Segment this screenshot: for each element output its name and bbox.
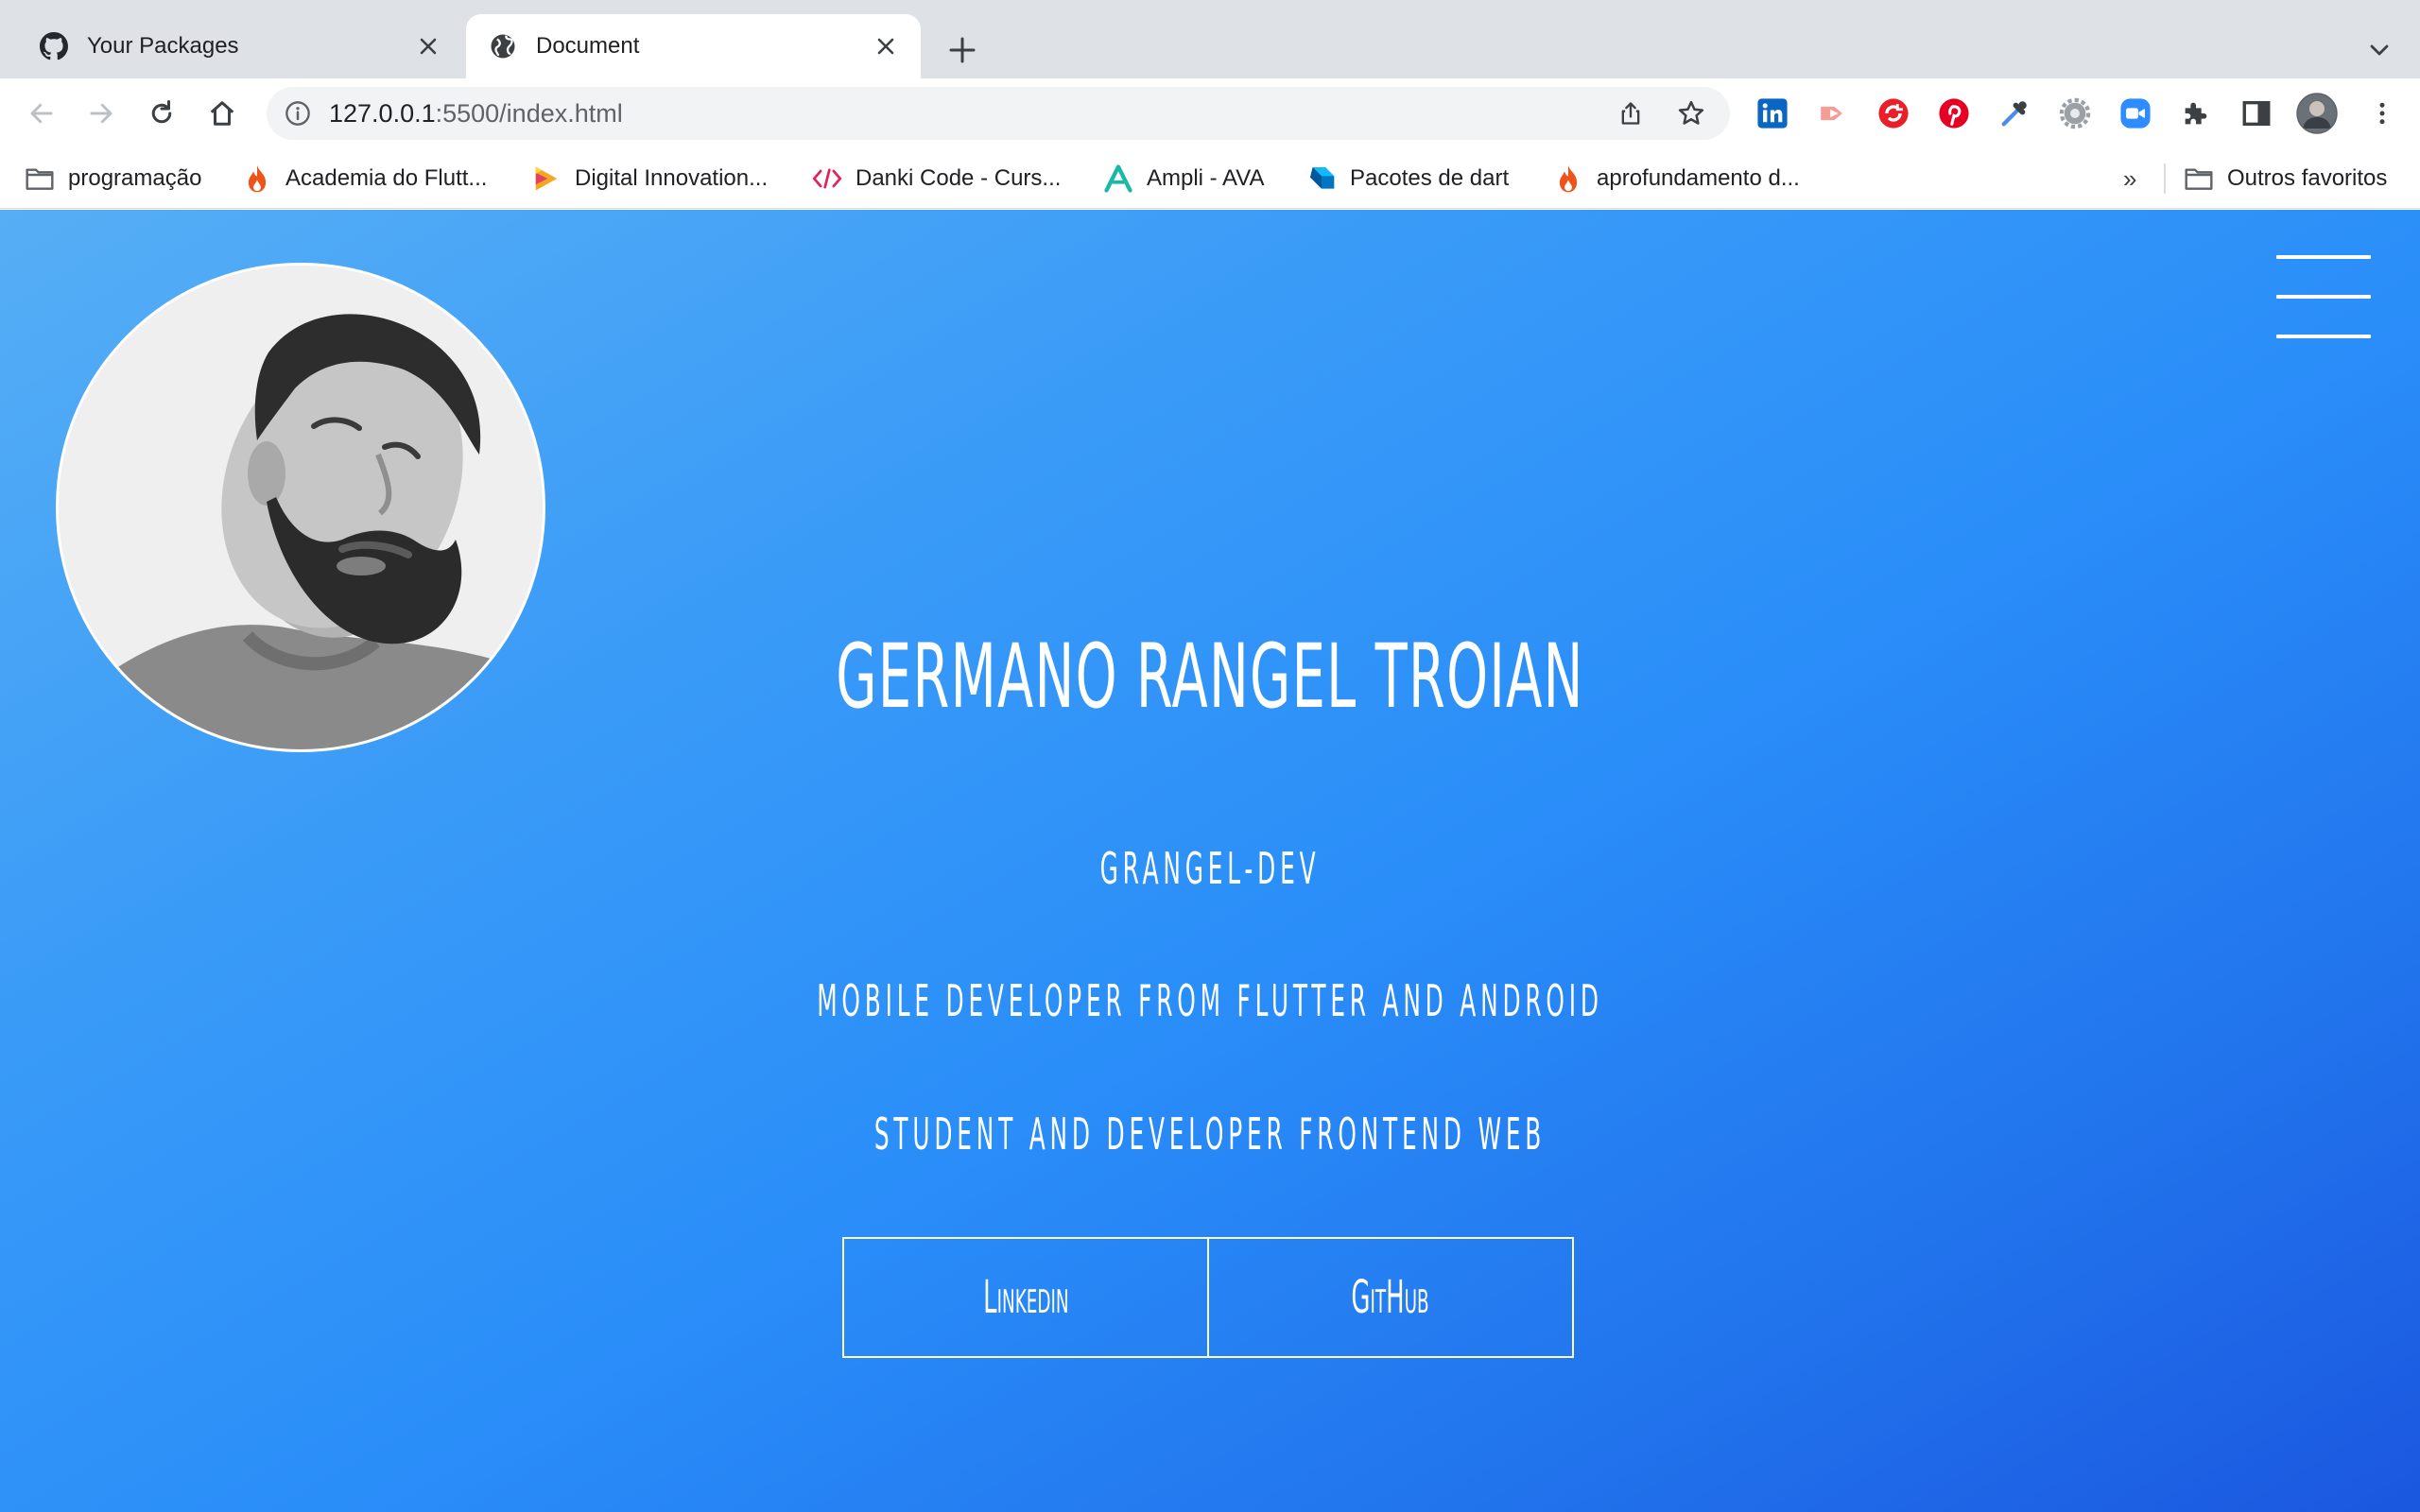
bookmark-danki-code[interactable]: Danki Code - Curs... [812, 148, 1061, 209]
bookmark-label: Ampli - AVA [1147, 165, 1265, 191]
zoom-icon[interactable] [2117, 94, 2154, 132]
url-host: 127.0.0.1 [329, 99, 436, 128]
bookmark-label: Digital Innovation... [575, 165, 769, 191]
bookmark-star-icon[interactable] [1673, 95, 1709, 131]
pinterest-icon[interactable] [1935, 94, 1973, 132]
side-panel-icon[interactable] [2238, 94, 2275, 132]
bookmark-ampli[interactable]: Ampli - AVA [1103, 148, 1264, 209]
profile-role: Mobile developer from Flutter and Androi… [817, 975, 1603, 1026]
forward-button[interactable] [79, 92, 123, 135]
bookmark-label: Pacotes de dart [1350, 165, 1510, 191]
eyedropper-icon[interactable] [1996, 94, 2033, 132]
browser-toolbar: 127.0.0.1:5500/index.html [0, 78, 2420, 148]
reload-icon [151, 100, 172, 124]
bookmark-academia-flutter[interactable]: Academia do Flutt... [242, 148, 487, 209]
dart-icon [1306, 163, 1337, 194]
bookmark-pacotes-dart[interactable]: Pacotes de dart [1306, 148, 1509, 209]
address-url[interactable]: 127.0.0.1:5500/index.html [329, 87, 623, 140]
close-tab-icon[interactable] [870, 30, 902, 62]
puzzle-icon[interactable] [2177, 94, 2215, 132]
profile-handle: grangel-dev [1099, 843, 1321, 894]
bookmark-label: Danki Code - Curs... [856, 165, 1062, 191]
other-bookmarks-label: Outros favoritos [2227, 165, 2388, 191]
folder-icon [25, 163, 55, 194]
github-icon [38, 30, 70, 62]
tab-search-button[interactable] [2358, 28, 2401, 72]
new-tab-button[interactable] [941, 28, 984, 72]
back-button[interactable] [20, 92, 63, 135]
folder-icon [2184, 163, 2214, 194]
dio-icon [531, 163, 562, 194]
bookmarks-overflow-button[interactable]: » [2123, 148, 2136, 209]
profile-study: Student and developer frontend web [873, 1108, 1547, 1160]
reload-button[interactable] [140, 92, 183, 135]
linkedin-button-label: Linkedin [982, 1271, 1069, 1324]
info-icon[interactable] [282, 97, 314, 129]
tab-document[interactable]: Document [466, 14, 921, 78]
bookmark-label: programação [68, 165, 202, 191]
profile-avatar[interactable] [2295, 92, 2339, 135]
tab-title: Your Packages [87, 33, 239, 59]
flame-icon [1553, 163, 1583, 194]
ampli-icon [1103, 163, 1133, 194]
github-button-label: GitHub [1351, 1271, 1430, 1324]
arrow-left-icon [30, 103, 53, 124]
tab-strip: Your Packages Document [0, 0, 2420, 78]
tab-your-packages[interactable]: Your Packages [17, 14, 463, 78]
bookmark-programacao[interactable]: programação [25, 148, 201, 209]
menu-line [2276, 295, 2371, 299]
share-icon[interactable] [1613, 95, 1649, 131]
globe-icon [487, 30, 519, 62]
bookmark-label: Academia do Flutt... [285, 165, 488, 191]
social-links: Linkedin GitHub [842, 1237, 1576, 1358]
bookmark-label: aprofundamento d... [1597, 165, 1800, 191]
profile-name: Germano Rangel Troian [836, 626, 1584, 729]
linkedin-icon[interactable] [1754, 94, 1791, 132]
code-icon [812, 163, 842, 194]
arrow-right-icon [90, 103, 112, 124]
flame-icon [242, 163, 272, 194]
bookmarks-separator [2164, 163, 2166, 194]
close-tab-icon[interactable] [412, 30, 444, 62]
other-bookmarks-folder[interactable]: Outros favoritos [2184, 148, 2387, 209]
plus-icon [949, 37, 976, 63]
bookmarks-bar: programação Academia do Flutt... Digital… [0, 148, 2420, 209]
tab-title: Document [536, 33, 640, 59]
menu-dots-icon[interactable] [2363, 94, 2401, 132]
bookmark-digital-innovation[interactable]: Digital Innovation... [531, 148, 768, 209]
home-icon [210, 101, 234, 126]
sync-icon[interactable] [1875, 94, 1912, 132]
portfolio-page: Germano Rangel Troian grangel-dev Mobile… [0, 210, 2420, 1512]
menu-line [2276, 255, 2371, 259]
menu-line [2276, 335, 2371, 338]
gear-icon[interactable] [2056, 94, 2094, 132]
bookmark-aprofundamento[interactable]: aprofundamento d... [1553, 148, 1800, 209]
screencast-icon[interactable] [1814, 94, 1852, 132]
address-bar[interactable]: 127.0.0.1:5500/index.html [267, 87, 1730, 140]
hamburger-menu-button[interactable] [2276, 255, 2371, 338]
url-path: :5500/index.html [435, 99, 623, 128]
linkedin-button[interactable]: Linkedin [842, 1237, 1209, 1358]
chevron-down-icon [2370, 44, 2389, 56]
home-button[interactable] [200, 92, 244, 135]
github-button[interactable]: GitHub [1207, 1237, 1574, 1358]
